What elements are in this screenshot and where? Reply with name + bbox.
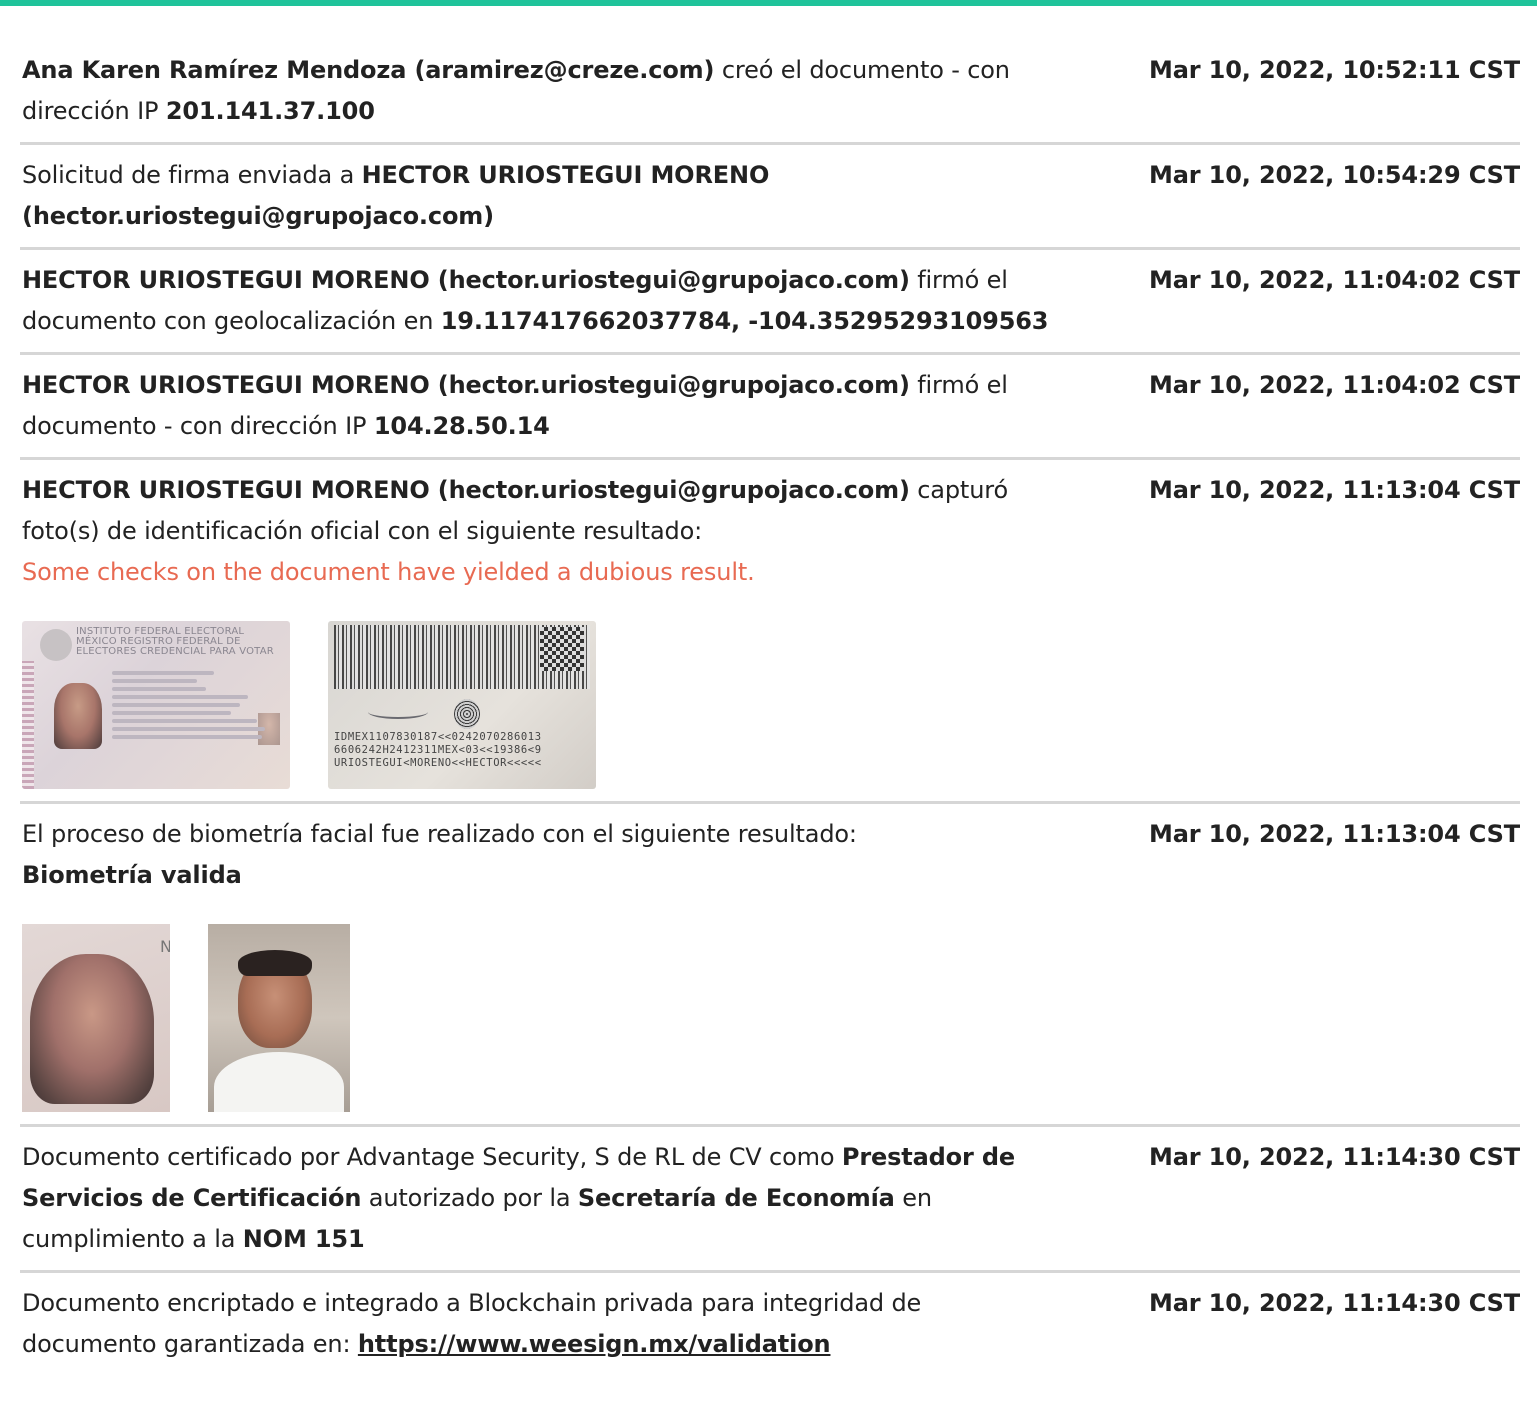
log-entry: Solicitud de firma enviada a HECTOR URIO…	[20, 145, 1520, 250]
plain-text: Solicitud de firma enviada a	[22, 161, 362, 189]
id-face-crop-image: NUMHDACMC	[22, 924, 170, 1112]
log-entry: HECTOR URIOSTEGUI MORENO (hector.urioste…	[20, 250, 1520, 355]
signature-graphic	[368, 705, 428, 719]
log-entry: El proceso de biometría facial fue reali…	[20, 804, 1520, 1127]
biometric-photos: NUMHDACMC	[22, 924, 1520, 1112]
id-crop-letters: NUMHDACMC	[160, 937, 170, 956]
id-card-mrz: IDMEX1107830187<<0242070286013 6606242H2…	[334, 731, 542, 769]
selfie-hair	[238, 950, 312, 976]
id-card-text-lines	[112, 667, 282, 743]
log-entry-timestamp: Mar 10, 2022, 11:04:02 CST	[1149, 266, 1520, 294]
log-entry-timestamp: Mar 10, 2022, 11:13:04 CST	[1149, 820, 1520, 848]
mexico-seal-icon	[40, 629, 72, 661]
id-card-front-image: INSTITUTO FEDERAL ELECTORAL MÉXICO REGIS…	[22, 621, 290, 789]
bold-text: HECTOR URIOSTEGUI MORENO (hector.urioste…	[22, 371, 910, 399]
top-accent-bar	[0, 0, 1537, 6]
log-entry-text: Documento certificado por Advantage Secu…	[22, 1137, 1062, 1260]
selfie-image	[208, 924, 350, 1112]
bold-text: 19.117417662037784, -104.35295293109563	[440, 307, 1049, 335]
bold-text: Secretaría de Economía	[577, 1184, 895, 1212]
log-entry: HECTOR URIOSTEGUI MORENO (hector.urioste…	[20, 355, 1520, 460]
log-entry-timestamp: Mar 10, 2022, 10:54:29 CST	[1149, 161, 1520, 189]
bold-text: 201.141.37.100	[165, 97, 375, 125]
log-entry-timestamp: Mar 10, 2022, 11:04:02 CST	[1149, 371, 1520, 399]
bold-text: NOM 151	[242, 1225, 365, 1253]
id-photos: INSTITUTO FEDERAL ELECTORAL MÉXICO REGIS…	[22, 621, 1520, 789]
audit-log: Ana Karen Ramírez Mendoza (aramirez@crez…	[20, 40, 1520, 1375]
log-entry-text: Solicitud de firma enviada a HECTOR URIO…	[22, 155, 1062, 237]
id-card-header: INSTITUTO FEDERAL ELECTORAL MÉXICO REGIS…	[76, 626, 274, 657]
log-entry: Documento certificado por Advantage Secu…	[20, 1127, 1520, 1273]
id-card-portrait	[54, 683, 102, 749]
log-entry: Ana Karen Ramírez Mendoza (aramirez@crez…	[20, 40, 1520, 145]
selfie-shirt	[214, 1052, 344, 1112]
id-card-back-image: IDMEX1107830187<<0242070286013 6606242H2…	[328, 621, 596, 789]
log-entry-text: HECTOR URIOSTEGUI MORENO (hector.urioste…	[22, 365, 1062, 447]
bold-text: HECTOR URIOSTEGUI MORENO (hector.urioste…	[22, 476, 910, 504]
log-entry-timestamp: Mar 10, 2022, 11:14:30 CST	[1149, 1289, 1520, 1317]
plain-text: El proceso de biometría facial fue reali…	[22, 820, 857, 848]
fingerprint-graphic	[454, 699, 480, 729]
id-face	[30, 954, 154, 1104]
log-entry-text: El proceso de biometría facial fue reali…	[22, 814, 1062, 896]
plain-text: Documento certificado por Advantage Secu…	[22, 1143, 842, 1171]
verification-warning: Some checks on the document have yielded…	[22, 558, 755, 586]
bold-text: HECTOR URIOSTEGUI MORENO (hector.urioste…	[22, 266, 910, 294]
log-entry-text: HECTOR URIOSTEGUI MORENO (hector.urioste…	[22, 260, 1062, 342]
log-entry: Documento encriptado e integrado a Block…	[20, 1273, 1520, 1375]
log-entry-timestamp: Mar 10, 2022, 11:13:04 CST	[1149, 476, 1520, 504]
qr-code-graphic	[540, 627, 584, 671]
validation-link[interactable]: https://www.weesign.mx/validation	[358, 1330, 831, 1358]
plain-text: autorizado por la	[361, 1184, 578, 1212]
bold-text: Ana Karen Ramírez Mendoza (aramirez@crez…	[22, 56, 715, 84]
log-entry-timestamp: Mar 10, 2022, 11:14:30 CST	[1149, 1143, 1520, 1171]
log-entry-timestamp: Mar 10, 2022, 10:52:11 CST	[1149, 56, 1520, 84]
log-entry-text: HECTOR URIOSTEGUI MORENO (hector.urioste…	[22, 470, 1062, 593]
bold-text: 104.28.50.14	[373, 412, 550, 440]
bold-text: Biometría valida	[22, 861, 242, 889]
log-entry-text: Documento encriptado e integrado a Block…	[22, 1283, 1062, 1365]
log-entry-text: Ana Karen Ramírez Mendoza (aramirez@crez…	[22, 50, 1062, 132]
card-guilloche-border	[22, 661, 34, 789]
log-entry: HECTOR URIOSTEGUI MORENO (hector.urioste…	[20, 460, 1520, 804]
